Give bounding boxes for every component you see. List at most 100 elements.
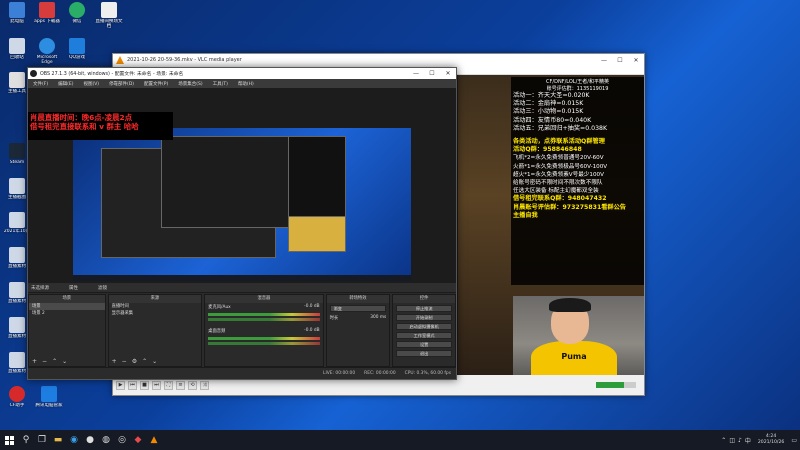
obs-preview[interactable]: 肖晨直播时间：晚6点-凌晨2点 借号租完直接联系和 v 群主 哈哈 (28, 88, 456, 283)
studio-mode-button[interactable]: 工作室模式 (396, 332, 452, 339)
source-item[interactable]: 直播时间 (109, 303, 202, 310)
menu-view[interactable]: 视图(V) (83, 81, 99, 87)
obs-window[interactable]: OBS 27.1.3 (64-bit, windows) - 配置文件: 未命名… (27, 67, 457, 380)
minimize-icon[interactable]: — (596, 54, 612, 66)
desktop-icon-1[interactable]: apps 下载器 (32, 2, 62, 29)
playlist-button[interactable]: ≡ (176, 380, 185, 390)
search-icon[interactable]: ⚲ (18, 430, 34, 450)
stop-streaming-button[interactable]: 停止推流 (396, 305, 452, 312)
exit-button[interactable]: 退出 (396, 350, 452, 357)
desktop-icon-recycle[interactable]: 回收站 (2, 38, 32, 65)
obs-docks: 场景 场景 场景 2 + − ⌃ ⌄ 来源 直播时间 显示器采集 + − ⚙ ⌃… (28, 294, 456, 367)
vlc-cone-icon (116, 56, 124, 64)
vlc-titlebar[interactable]: 2021-10-26 20-59-36.mkv - VLC media play… (113, 54, 644, 66)
obs-statusbar: LIVE: 00:00:00 REC: 00:00:00 CPU: 0.3%, … (28, 367, 456, 379)
close-icon[interactable]: ✕ (440, 68, 456, 79)
menu-scene-collection[interactable]: 场景集合(S) (178, 81, 202, 87)
desktop-icon-2[interactable]: 微信 (62, 2, 92, 29)
clock[interactable]: 4:24 2021/10/26 (754, 434, 788, 446)
no-source-label: 未选择源 (31, 285, 49, 291)
chevron-up-icon[interactable]: ⌃ (721, 437, 726, 444)
desktop-icon-3[interactable]: 直播间换场文档 (94, 2, 124, 29)
source-item[interactable]: 显示器采集 (109, 310, 202, 317)
preview-desktop-capture (73, 128, 411, 281)
nested-webcam (288, 216, 346, 252)
add-icon[interactable]: + (32, 358, 37, 365)
maximize-icon[interactable]: ☐ (424, 68, 440, 79)
minimize-icon[interactable]: — (408, 68, 424, 79)
vlc-title: 2021-10-26 20-59-36.mkv - VLC media play… (127, 57, 242, 63)
scene-item[interactable]: 场景 (29, 303, 105, 310)
move-up-icon[interactable]: ⌃ (52, 358, 57, 365)
previous-button[interactable]: ⏮ (128, 380, 137, 390)
volume-slider[interactable] (596, 382, 636, 388)
taskbar: ⚲ ❐ ▬ ◉ ● ◍ ◎ ◆ ▲ ⌃ ◫ ♪ 中 4:24 2021/10/2… (0, 430, 800, 450)
app-icon[interactable]: ◆ (130, 430, 146, 450)
move-down-icon[interactable]: ⌄ (62, 358, 67, 365)
shirt-text: Puma (561, 352, 587, 361)
app-icon[interactable]: ◍ (98, 430, 114, 450)
activity-4: 活动四：友情币80=0.040K (513, 116, 592, 124)
file-explorer-icon[interactable]: ▬ (50, 430, 66, 450)
filters-button[interactable]: 滤镜 (98, 285, 107, 291)
volume-icon[interactable]: ♪ (738, 437, 742, 444)
add-icon[interactable]: + (112, 358, 117, 365)
desktop-volume-slider[interactable] (208, 342, 320, 345)
obs-titlebar[interactable]: OBS 27.1.3 (64-bit, windows) - 配置文件: 未命名… (28, 68, 456, 79)
mixer-channel-desktop: 桌面音频 -0.0 dB (208, 328, 320, 334)
menu-profile[interactable]: 配置文件(P) (144, 81, 168, 87)
desktop-icon-qqgame[interactable]: QQ游戏 (62, 38, 92, 65)
transition-select[interactable]: 渐变 (329, 305, 387, 312)
live-time: LIVE: 00:00:00 (323, 371, 356, 376)
menu-docks[interactable]: 停靠部件(D) (109, 81, 134, 87)
task-view-icon[interactable]: ❐ (34, 430, 50, 450)
gear-icon[interactable]: ⚙ (132, 358, 137, 365)
next-button[interactable]: ⏭ (152, 380, 161, 390)
desktop-icon-edge[interactable]: Microsoft Edge (32, 38, 62, 65)
network-icon[interactable]: ◫ (729, 437, 735, 444)
qq-game-icon (69, 38, 85, 54)
vlc-icon[interactable]: ▲ (146, 430, 162, 450)
ime-icon[interactable]: 中 (745, 436, 751, 445)
cpu-fps: CPU: 0.3%, 60.00 fps (404, 371, 451, 376)
move-up-icon[interactable]: ⌃ (142, 358, 147, 365)
activity-1: 活动一：齐天大圣=0.020K (513, 92, 590, 99)
controls-dock: 控件 停止推流 开始录制 启动虚拟摄像机 工作室模式 设置 退出 (392, 294, 456, 367)
remove-icon[interactable]: − (122, 358, 127, 365)
notification-icon[interactable]: ▭ (791, 437, 797, 444)
menu-file[interactable]: 文件(F) (33, 81, 48, 87)
app-icon[interactable]: ◎ (114, 430, 130, 450)
properties-button[interactable]: 属性 (69, 285, 78, 291)
start-button[interactable] (0, 430, 18, 450)
start-recording-button[interactable]: 开始录制 (396, 314, 452, 321)
desktop-icon-cf[interactable]: CF助手 (2, 386, 32, 413)
promo-line-2: 火箭*1=永久免费领极品号60V-100V (513, 163, 608, 170)
menu-edit[interactable]: 编辑(E) (58, 81, 73, 87)
fullscreen-button[interactable]: ⛶ (164, 380, 173, 390)
duration-input[interactable]: 300 ms (370, 315, 386, 321)
play-button[interactable]: ▶ (116, 380, 125, 390)
random-button[interactable]: ⤨ (200, 380, 209, 390)
stop-button[interactable]: ■ (140, 380, 149, 390)
scene-item[interactable]: 场景 2 (29, 310, 105, 317)
virtual-camera-button[interactable]: 启动虚拟摄像机 (396, 323, 452, 330)
promo-line-4: 给账号密码不限时间不限次数不限队 (513, 180, 603, 187)
edge-icon[interactable]: ◉ (66, 430, 82, 450)
file-icon (9, 352, 25, 368)
menu-tools[interactable]: 工具(T) (213, 81, 228, 87)
desktop-volume-meter[interactable] (208, 337, 320, 340)
loop-button[interactable]: ⟲ (188, 380, 197, 390)
menu-help[interactable]: 帮助(H) (238, 81, 254, 87)
desktop-icon-0[interactable]: 此电脑 (2, 2, 32, 29)
obs-icon[interactable]: ● (82, 430, 98, 450)
steam-icon (9, 143, 25, 159)
desktop-icon-guard[interactable]: 腾讯电脑管家 (34, 386, 64, 413)
duration-label: 时长 (329, 316, 339, 321)
remove-icon[interactable]: − (42, 358, 47, 365)
settings-button[interactable]: 设置 (396, 341, 452, 348)
close-icon[interactable]: ✕ (628, 54, 644, 66)
maximize-icon[interactable]: ☐ (612, 54, 628, 66)
mic-volume-meter[interactable] (208, 313, 320, 316)
move-down-icon[interactable]: ⌄ (152, 358, 157, 365)
mic-volume-slider[interactable] (208, 318, 320, 321)
